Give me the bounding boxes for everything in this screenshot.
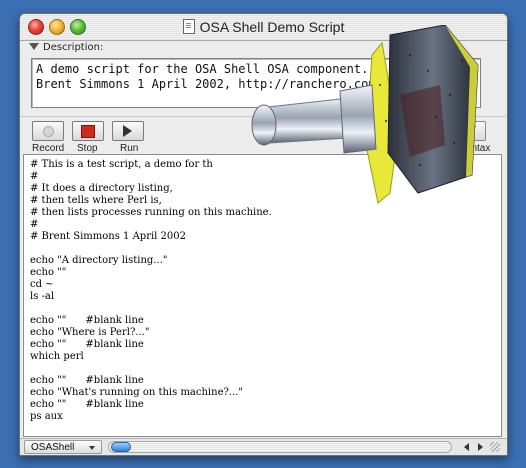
popup-arrow-icon	[89, 446, 95, 450]
scroll-thumb[interactable]	[111, 442, 131, 452]
osa-component-icon	[251, 25, 479, 204]
grow-box-icon[interactable]	[490, 442, 500, 452]
run-button[interactable]	[112, 121, 144, 141]
stop-button[interactable]	[72, 121, 104, 141]
description-label: Description:	[43, 42, 104, 53]
disclosure-triangle-icon[interactable]	[29, 43, 39, 50]
language-popup-label: OSAShell	[31, 442, 75, 453]
scroll-right-icon[interactable]	[478, 443, 483, 451]
record-label: Record	[32, 143, 65, 154]
status-bar: OSAShell	[20, 438, 507, 455]
horizontal-scrollbar[interactable]	[108, 441, 452, 453]
document-icon	[182, 19, 195, 34]
stop-label: Stop	[77, 143, 98, 154]
record-button[interactable]	[32, 121, 64, 141]
description-header[interactable]: Description:	[29, 42, 103, 53]
scroll-left-icon[interactable]	[464, 443, 469, 451]
language-popup[interactable]: OSAShell	[24, 440, 102, 454]
record-icon	[43, 126, 54, 137]
run-label: Run	[120, 143, 139, 154]
scroll-arrows	[458, 440, 502, 454]
run-icon	[123, 125, 132, 137]
stop-icon	[81, 125, 95, 138]
